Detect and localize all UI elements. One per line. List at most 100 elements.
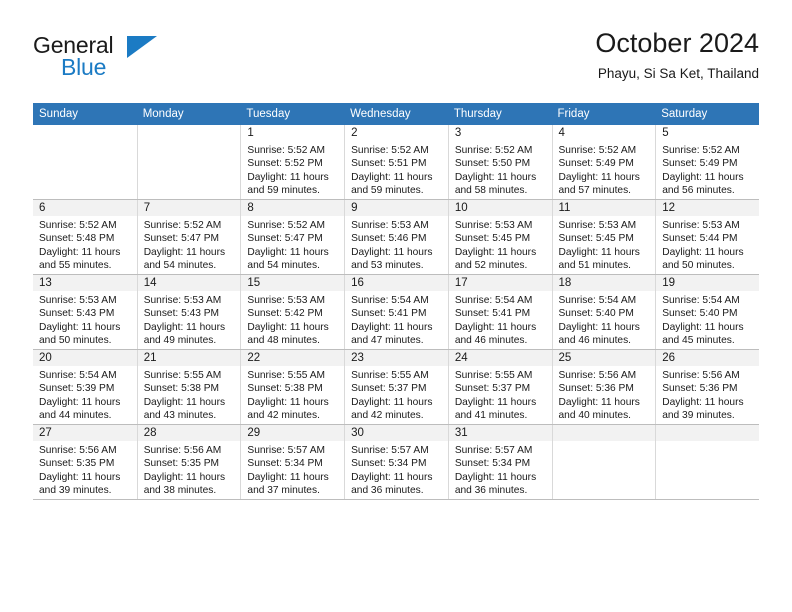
calendar-day-cell[interactable]: 21 Sunrise: 5:55 AM Sunset: 5:38 PM Dayligh… [136, 349, 241, 425]
daylight-line-2: and 37 minutes. [247, 485, 320, 497]
day-details: Sunrise: 5:53 AM Sunset: 5:45 PM Daylight:… [553, 216, 656, 273]
calendar-day-cell[interactable]: 18 Sunrise: 5:54 AM Sunset: 5:40 PM Dayligh… [551, 274, 656, 350]
day-number: 1 [241, 125, 345, 141]
day-number: 31 [448, 425, 552, 441]
daylight-line-2: and 46 minutes. [454, 335, 528, 347]
calendar-day-cell[interactable]: 25 Sunrise: 5:56 AM Sunset: 5:36 PM Dayligh… [551, 349, 656, 425]
sunrise-line: Sunrise: 5:57 AM [454, 445, 533, 456]
day-details: Sunrise: 5:54 AM Sunset: 5:39 PM Daylight:… [33, 366, 137, 423]
daylight-line-1: Daylight: 11 hours [558, 171, 640, 183]
daylight-line-1: Daylight: 11 hours [247, 246, 329, 258]
daylight-line-1: Daylight: 11 hours [662, 246, 744, 258]
day-details: Sunrise: 5:55 AM Sunset: 5:38 PM Daylight:… [241, 366, 344, 423]
day-number: 19 [656, 275, 759, 291]
calendar-day-cell[interactable]: 10 Sunrise: 5:53 AM Sunset: 5:45 PM Dayligh… [447, 199, 552, 275]
sunset-line: Sunset: 5:41 PM [454, 308, 531, 320]
calendar-week-row: 13 Sunrise: 5:53 AM Sunset: 5:43 PM Dayligh… [33, 274, 759, 350]
sunrise-line: Sunrise: 5:52 AM [247, 145, 325, 156]
calendar-day-cell[interactable]: 1 Sunrise: 5:52 AM Sunset: 5:52 PM Daylight… [240, 125, 345, 200]
day-details: Sunrise: 5:52 AM Sunset: 5:52 PM Daylight:… [241, 141, 344, 198]
day-details: Sunrise: 5:53 AM Sunset: 5:46 PM Daylight:… [345, 216, 448, 273]
daylight-line-1: Daylight: 11 hours [247, 471, 329, 483]
day-details [656, 441, 759, 444]
calendar-day-cell[interactable]: 16 Sunrise: 5:54 AM Sunset: 5:41 PM Dayligh… [344, 274, 448, 350]
sunrise-line: Sunrise: 5:53 AM [351, 220, 429, 231]
day-number [33, 125, 137, 141]
page-title: October 2024 [595, 28, 759, 58]
calendar-day-cell[interactable]: 26 Sunrise: 5:56 AM Sunset: 5:36 PM Dayligh… [655, 349, 759, 425]
calendar-day-cell[interactable]: 30 Sunrise: 5:57 AM Sunset: 5:34 PM Dayligh… [344, 424, 448, 500]
day-number: 21 [137, 350, 241, 366]
day-cell-inner: 4 Sunrise: 5:52 AM Sunset: 5:49 PM Daylight… [551, 125, 656, 199]
day-details: Sunrise: 5:52 AM Sunset: 5:51 PM Daylight:… [345, 141, 448, 198]
day-cell-inner: 7 Sunrise: 5:52 AM Sunset: 5:47 PM Daylight… [136, 200, 241, 274]
calendar-day-cell[interactable]: 13 Sunrise: 5:53 AM Sunset: 5:43 PM Dayligh… [33, 274, 137, 350]
daylight-line-2: and 44 minutes. [39, 410, 112, 422]
day-cell-inner: 21 Sunrise: 5:55 AM Sunset: 5:38 PM Dayligh… [136, 350, 241, 424]
sunrise-line: Sunrise: 5:52 AM [39, 220, 117, 231]
sunrise-line: Sunrise: 5:54 AM [558, 295, 637, 306]
daylight-line-2: and 40 minutes. [558, 410, 632, 422]
sunset-line: Sunset: 5:40 PM [558, 308, 634, 320]
calendar-day-cell[interactable]: 31 Sunrise: 5:57 AM Sunset: 5:34 PM Dayligh… [447, 424, 552, 500]
calendar-day-cell[interactable]: 24 Sunrise: 5:55 AM Sunset: 5:37 PM Dayligh… [447, 349, 552, 425]
day-cell-inner: 28 Sunrise: 5:56 AM Sunset: 5:35 PM Dayligh… [136, 425, 241, 499]
calendar-day-cell[interactable]: 5 Sunrise: 5:52 AM Sunset: 5:49 PM Daylight… [655, 125, 759, 200]
sunrise-line: Sunrise: 5:54 AM [662, 295, 740, 306]
calendar-day-cell[interactable]: 6 Sunrise: 5:52 AM Sunset: 5:48 PM Daylight… [33, 199, 137, 275]
day-cell-inner: 5 Sunrise: 5:52 AM Sunset: 5:49 PM Daylight… [655, 125, 759, 199]
day-details: Sunrise: 5:56 AM Sunset: 5:35 PM Daylight:… [33, 441, 137, 498]
calendar-day-cell[interactable]: 29 Sunrise: 5:57 AM Sunset: 5:34 PM Dayligh… [240, 424, 345, 500]
sunrise-line: Sunrise: 5:52 AM [247, 220, 325, 231]
daylight-line-1: Daylight: 11 hours [454, 246, 537, 258]
calendar-day-cell[interactable]: 27 Sunrise: 5:56 AM Sunset: 5:35 PM Dayligh… [33, 424, 137, 500]
day-details [138, 141, 241, 144]
daylight-line-1: Daylight: 11 hours [454, 396, 537, 408]
calendar-day-cell[interactable]: 2 Sunrise: 5:52 AM Sunset: 5:51 PM Daylight… [344, 125, 448, 200]
calendar-week-row: 27 Sunrise: 5:56 AM Sunset: 5:35 PM Dayligh… [33, 424, 759, 500]
daylight-line-2: and 58 minutes. [454, 185, 528, 197]
sunset-line: Sunset: 5:37 PM [351, 383, 427, 395]
day-cell-inner [33, 125, 137, 199]
daylight-line-1: Daylight: 11 hours [558, 321, 640, 333]
daylight-line-2: and 57 minutes. [558, 185, 632, 197]
calendar-day-cell[interactable]: 3 Sunrise: 5:52 AM Sunset: 5:50 PM Daylight… [447, 125, 552, 200]
day-number [656, 425, 759, 441]
calendar-day-cell[interactable]: 20 Sunrise: 5:54 AM Sunset: 5:39 PM Dayligh… [33, 349, 137, 425]
calendar-day-cell[interactable]: 17 Sunrise: 5:54 AM Sunset: 5:41 PM Dayligh… [447, 274, 552, 350]
sunset-line: Sunset: 5:44 PM [662, 233, 738, 245]
calendar-day-cell[interactable]: 15 Sunrise: 5:53 AM Sunset: 5:42 PM Dayligh… [240, 274, 345, 350]
day-details: Sunrise: 5:52 AM Sunset: 5:48 PM Daylight:… [33, 216, 137, 273]
sunrise-line: Sunrise: 5:52 AM [558, 145, 637, 156]
sunrise-line: Sunrise: 5:56 AM [662, 370, 740, 381]
sunset-line: Sunset: 5:48 PM [39, 233, 115, 245]
calendar-day-cell[interactable]: 23 Sunrise: 5:55 AM Sunset: 5:37 PM Dayligh… [344, 349, 448, 425]
sunset-line: Sunset: 5:35 PM [143, 458, 220, 470]
day-cell-inner: 24 Sunrise: 5:55 AM Sunset: 5:37 PM Dayligh… [447, 350, 552, 424]
day-cell-inner [551, 425, 656, 499]
calendar-day-cell[interactable]: 9 Sunrise: 5:53 AM Sunset: 5:46 PM Daylight… [344, 199, 448, 275]
calendar-day-cell[interactable]: 28 Sunrise: 5:56 AM Sunset: 5:35 PM Dayligh… [136, 424, 241, 500]
daylight-line-1: Daylight: 11 hours [558, 246, 640, 258]
sunset-line: Sunset: 5:34 PM [247, 458, 323, 470]
calendar-day-cell[interactable]: 12 Sunrise: 5:53 AM Sunset: 5:44 PM Dayligh… [655, 199, 759, 275]
sunrise-line: Sunrise: 5:57 AM [247, 445, 325, 456]
calendar-day-cell-empty [551, 424, 656, 500]
daylight-line-2: and 39 minutes. [39, 485, 112, 497]
day-cell-inner: 17 Sunrise: 5:54 AM Sunset: 5:41 PM Dayligh… [447, 275, 552, 349]
day-number: 13 [33, 275, 137, 291]
calendar-day-cell[interactable]: 14 Sunrise: 5:53 AM Sunset: 5:43 PM Dayligh… [136, 274, 241, 350]
calendar-day-cell[interactable]: 7 Sunrise: 5:52 AM Sunset: 5:47 PM Daylight… [136, 199, 241, 275]
calendar-day-cell[interactable]: 22 Sunrise: 5:55 AM Sunset: 5:38 PM Dayligh… [240, 349, 345, 425]
calendar-day-cell[interactable]: 8 Sunrise: 5:52 AM Sunset: 5:47 PM Daylight… [240, 199, 345, 275]
calendar-day-cell[interactable]: 19 Sunrise: 5:54 AM Sunset: 5:40 PM Dayligh… [655, 274, 759, 350]
sunset-line: Sunset: 5:52 PM [247, 158, 323, 170]
day-number: 9 [345, 200, 448, 216]
sunset-line: Sunset: 5:45 PM [454, 233, 531, 245]
calendar-day-cell[interactable]: 11 Sunrise: 5:53 AM Sunset: 5:45 PM Dayligh… [551, 199, 656, 275]
day-details: Sunrise: 5:52 AM Sunset: 5:50 PM Daylight:… [449, 141, 552, 198]
sunrise-line: Sunrise: 5:56 AM [143, 445, 222, 456]
day-cell-inner: 19 Sunrise: 5:54 AM Sunset: 5:40 PM Dayligh… [655, 275, 759, 349]
daylight-line-1: Daylight: 11 hours [39, 246, 121, 258]
calendar-day-cell[interactable]: 4 Sunrise: 5:52 AM Sunset: 5:49 PM Daylight… [551, 125, 656, 200]
